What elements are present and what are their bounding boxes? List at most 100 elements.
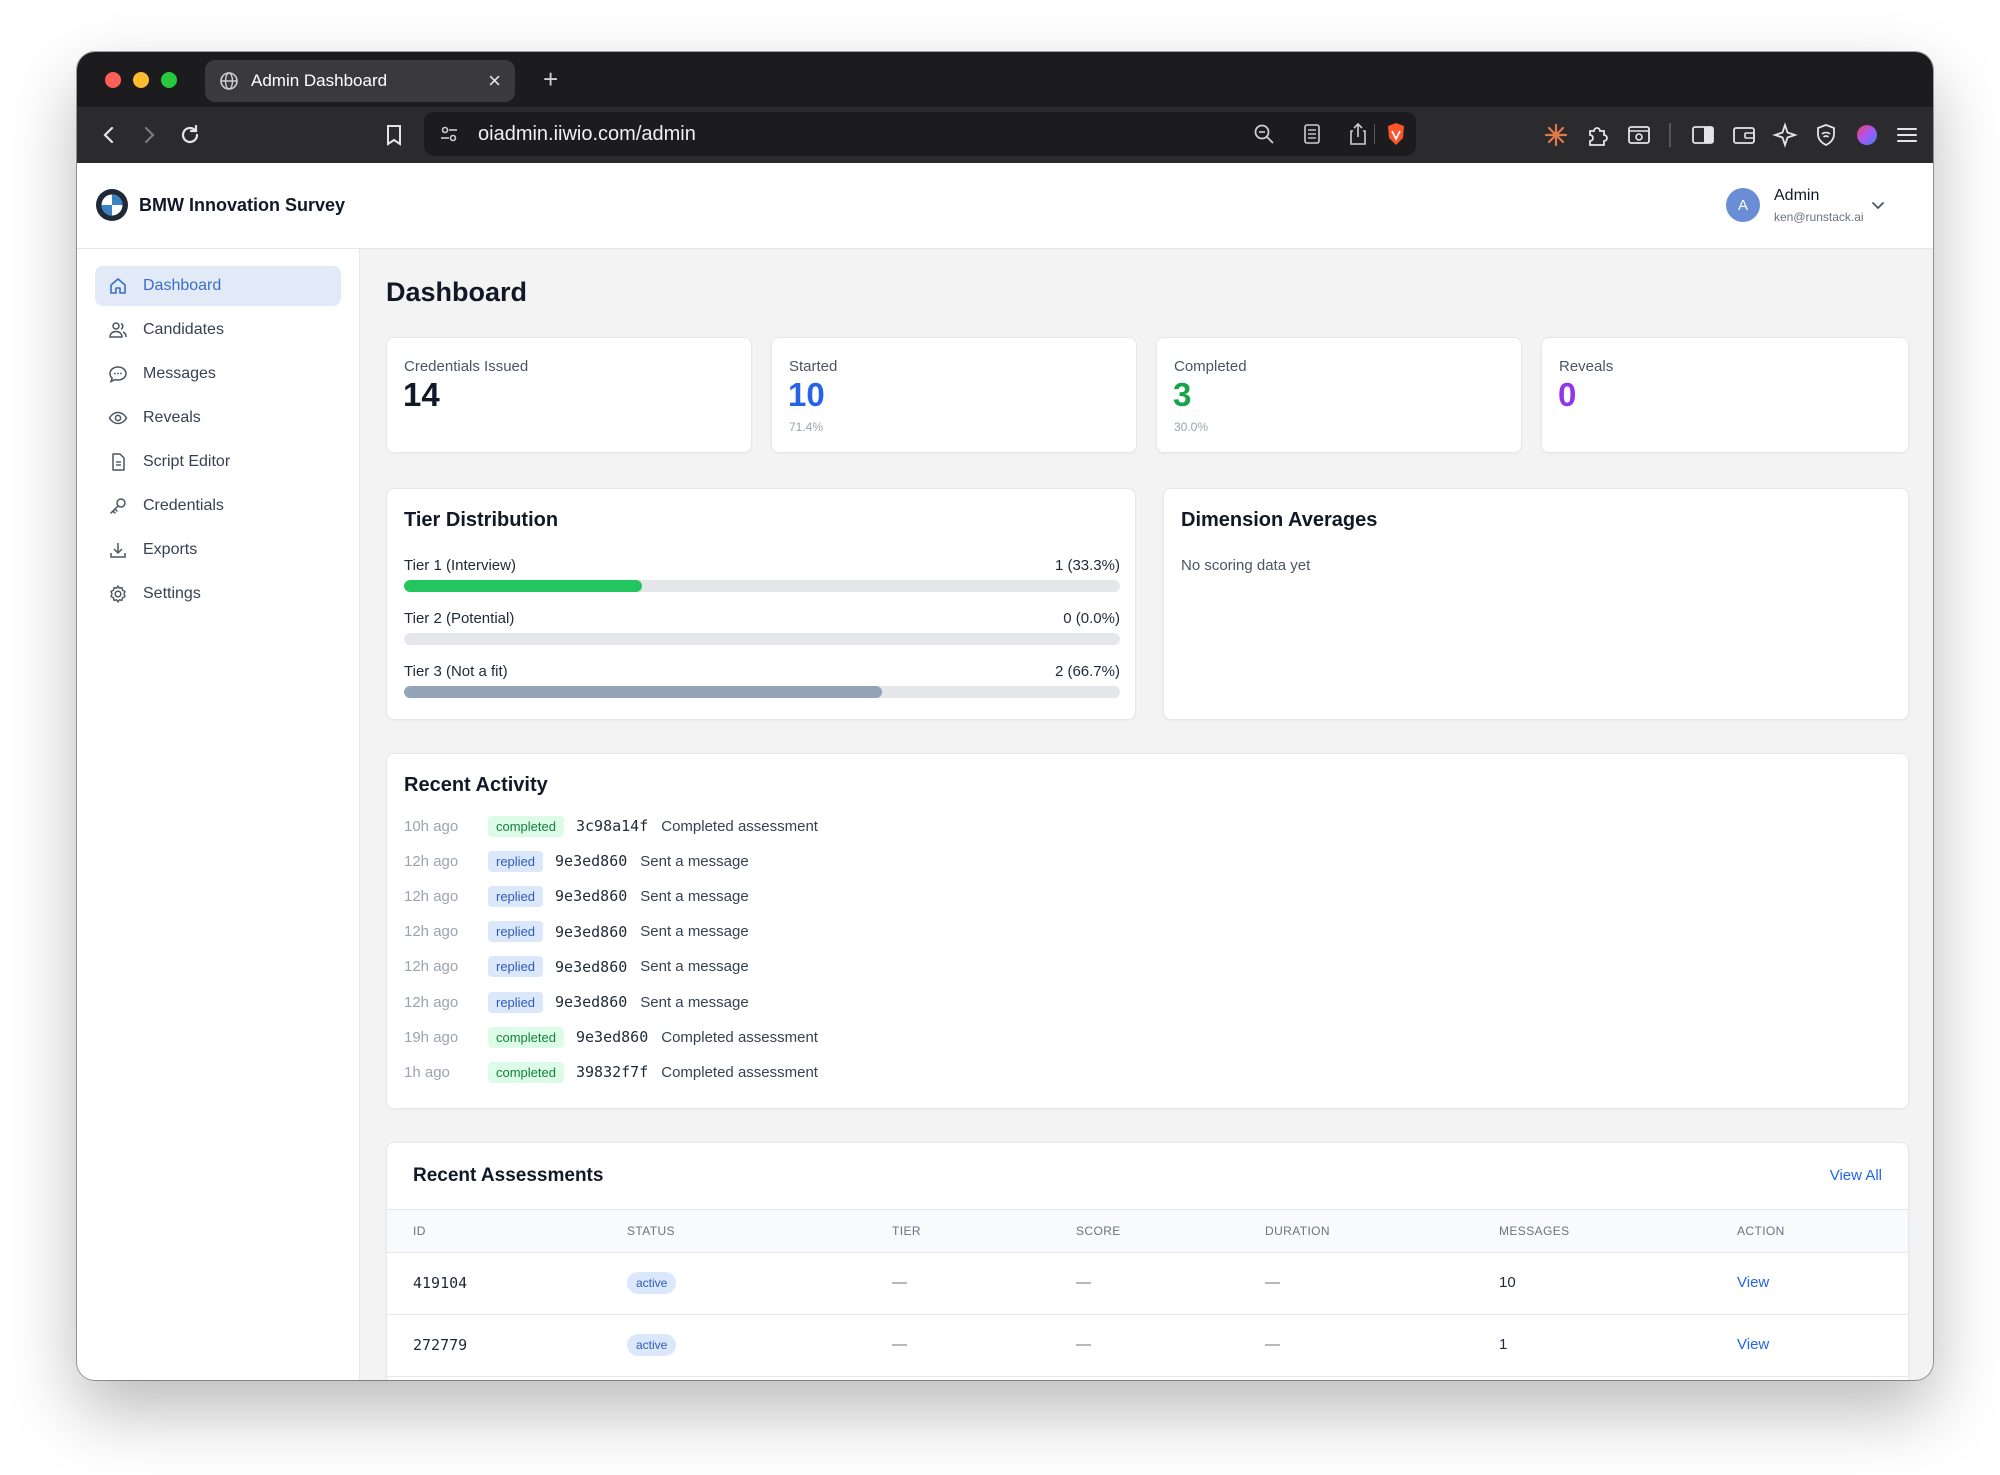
activity-assessment-id: 39832f7f [575,1063,649,1082]
url-text: oiadmin.iiwio.com/admin [478,123,696,145]
sidebar-item-exports[interactable]: Exports [95,530,341,570]
sidebar-item-credentials[interactable]: Credentials [95,486,341,526]
globe-icon [219,71,239,91]
activity-assessment-id: 9e3ed860 [555,957,628,976]
vpn-shield-icon[interactable] [1812,121,1840,149]
brave-shields-icon[interactable] [1384,121,1408,152]
forward-icon[interactable] [135,121,163,149]
tier-value: 1 (33.3%) [1054,557,1120,574]
app-header: BMW Innovation Survey A Admin ken@runsta… [77,163,1933,249]
reload-icon[interactable] [176,121,204,149]
stat-percentage: 71.4% [789,420,824,434]
sidebar-item-dashboard[interactable]: Dashboard [95,266,341,306]
ai-sparkle-extension-icon[interactable] [1542,121,1570,149]
status-badge: active [627,1334,677,1356]
profile-icon[interactable] [1853,121,1881,149]
maximize-window-button[interactable] [161,72,177,88]
reader-mode-icon[interactable] [1301,123,1323,150]
page-search-icon[interactable] [1625,121,1653,149]
assessment-id: 272779 [413,1336,468,1354]
sidebar-toggle-icon[interactable] [1689,121,1717,149]
extensions-icon[interactable] [1584,121,1612,149]
sidebar-item-candidates[interactable]: Candidates [95,310,341,350]
dimension-averages-card: Dimension Averages No scoring data yet [1163,488,1909,720]
users-icon [107,319,129,341]
activity-assessment-id: 3c98a14f [575,817,649,835]
sidebar-item-label: Settings [143,585,201,602]
activity-time: 12h ago [404,852,459,870]
user-avatar[interactable]: A [1726,188,1760,222]
eye-icon [107,407,129,429]
tier-label: Tier 3 (Not a fit) [404,663,508,680]
table-row: 272779 active — — — 1 View [387,1315,1908,1377]
page-title: Dashboard [386,277,528,307]
stat-value: 0 [1558,376,1577,413]
minimize-window-button[interactable] [133,72,149,88]
close-tab-icon[interactable]: × [488,70,501,92]
activity-item: 12h ago replied 9e3ed860 Sent a message [404,990,749,1014]
activity-description: Sent a message [640,923,749,941]
leo-ai-icon[interactable] [1771,121,1799,149]
activity-description: Completed assessment [661,1028,818,1046]
address-bar[interactable]: oiadmin.iiwio.com/admin [424,112,1416,156]
user-name[interactable]: Admin [1774,187,1819,205]
bookmark-icon[interactable] [380,121,408,149]
sidebar-item-script-editor[interactable]: Script Editor [95,442,341,482]
duration-cell: — [1265,1274,1280,1291]
chevron-down-icon[interactable] [1870,197,1886,213]
bmw-logo-icon [95,188,129,222]
activity-item: 1h ago completed 39832f7f Completed assessm… [404,1060,818,1084]
activity-time: 1h ago [404,1063,450,1081]
share-icon[interactable] [1347,122,1369,151]
activity-description: Sent a message [640,852,749,870]
tier-progress-fill [404,580,643,592]
back-icon[interactable] [95,121,123,149]
sidebar-item-label: Script Editor [143,453,231,470]
score-cell: — [1076,1274,1091,1291]
column-header: MESSAGES [1499,1224,1570,1238]
activity-item: 19h ago completed 9e3ed860 Completed assess… [404,1025,818,1049]
sidebar-item-label: Exports [143,541,198,558]
activity-time: 19h ago [404,1028,459,1046]
card-title: Tier Distribution [404,509,559,531]
stat-card-started: Started 10 71.4% [771,337,1137,453]
wallet-icon[interactable] [1730,121,1758,149]
close-window-button[interactable] [105,72,121,88]
tier-distribution-card: Tier Distribution Tier 1 (Interview) 1 (… [386,488,1136,720]
sidebar-item-reveals[interactable]: Reveals [95,398,341,438]
score-cell: — [1076,1336,1091,1353]
key-icon [107,495,129,517]
activity-assessment-id: 9e3ed860 [575,1028,649,1047]
duration-cell: — [1265,1336,1280,1353]
sidebar-item-settings[interactable]: Settings [95,574,341,614]
menu-icon[interactable] [1893,121,1921,149]
view-all-link[interactable]: View All [1830,1167,1882,1184]
new-tab-icon[interactable]: + [543,64,558,95]
activity-description: Sent a message [640,993,749,1011]
view-link[interactable]: View [1737,1274,1769,1291]
tier-value: 0 (0.0%) [1063,610,1120,627]
activity-status-badge: replied [488,885,544,907]
stat-percentage: 30.0% [1174,420,1209,434]
zoom-icon[interactable] [1253,123,1275,150]
sidebar-item-label: Credentials [143,497,224,514]
activity-item: 12h ago replied 9e3ed860 Sent a message [404,920,749,944]
browser-toolbar: oiadmin.iiwio.com/admin [77,107,1933,163]
view-link[interactable]: View [1737,1336,1769,1353]
column-header: TIER [892,1224,921,1238]
activity-time: 12h ago [404,887,459,905]
browser-window: Admin Dashboard × + oiadmin.iiwio.com/ad… [77,52,1933,1380]
browser-tab[interactable]: Admin Dashboard × [205,60,515,102]
stat-label: Credentials Issued [404,358,529,375]
column-header: ID [413,1224,426,1238]
sidebar-item-messages[interactable]: Messages [95,354,341,394]
activity-status-badge: replied [488,921,544,943]
stat-value: 10 [788,376,825,413]
activity-time: 10h ago [404,817,459,835]
tab-title: Admin Dashboard [251,71,388,90]
site-settings-icon[interactable] [438,123,460,150]
sidebar-item-label: Reveals [143,409,201,426]
tier-progress-track [404,686,1120,698]
column-header: STATUS [627,1224,675,1238]
messages-cell: 10 [1499,1274,1516,1291]
